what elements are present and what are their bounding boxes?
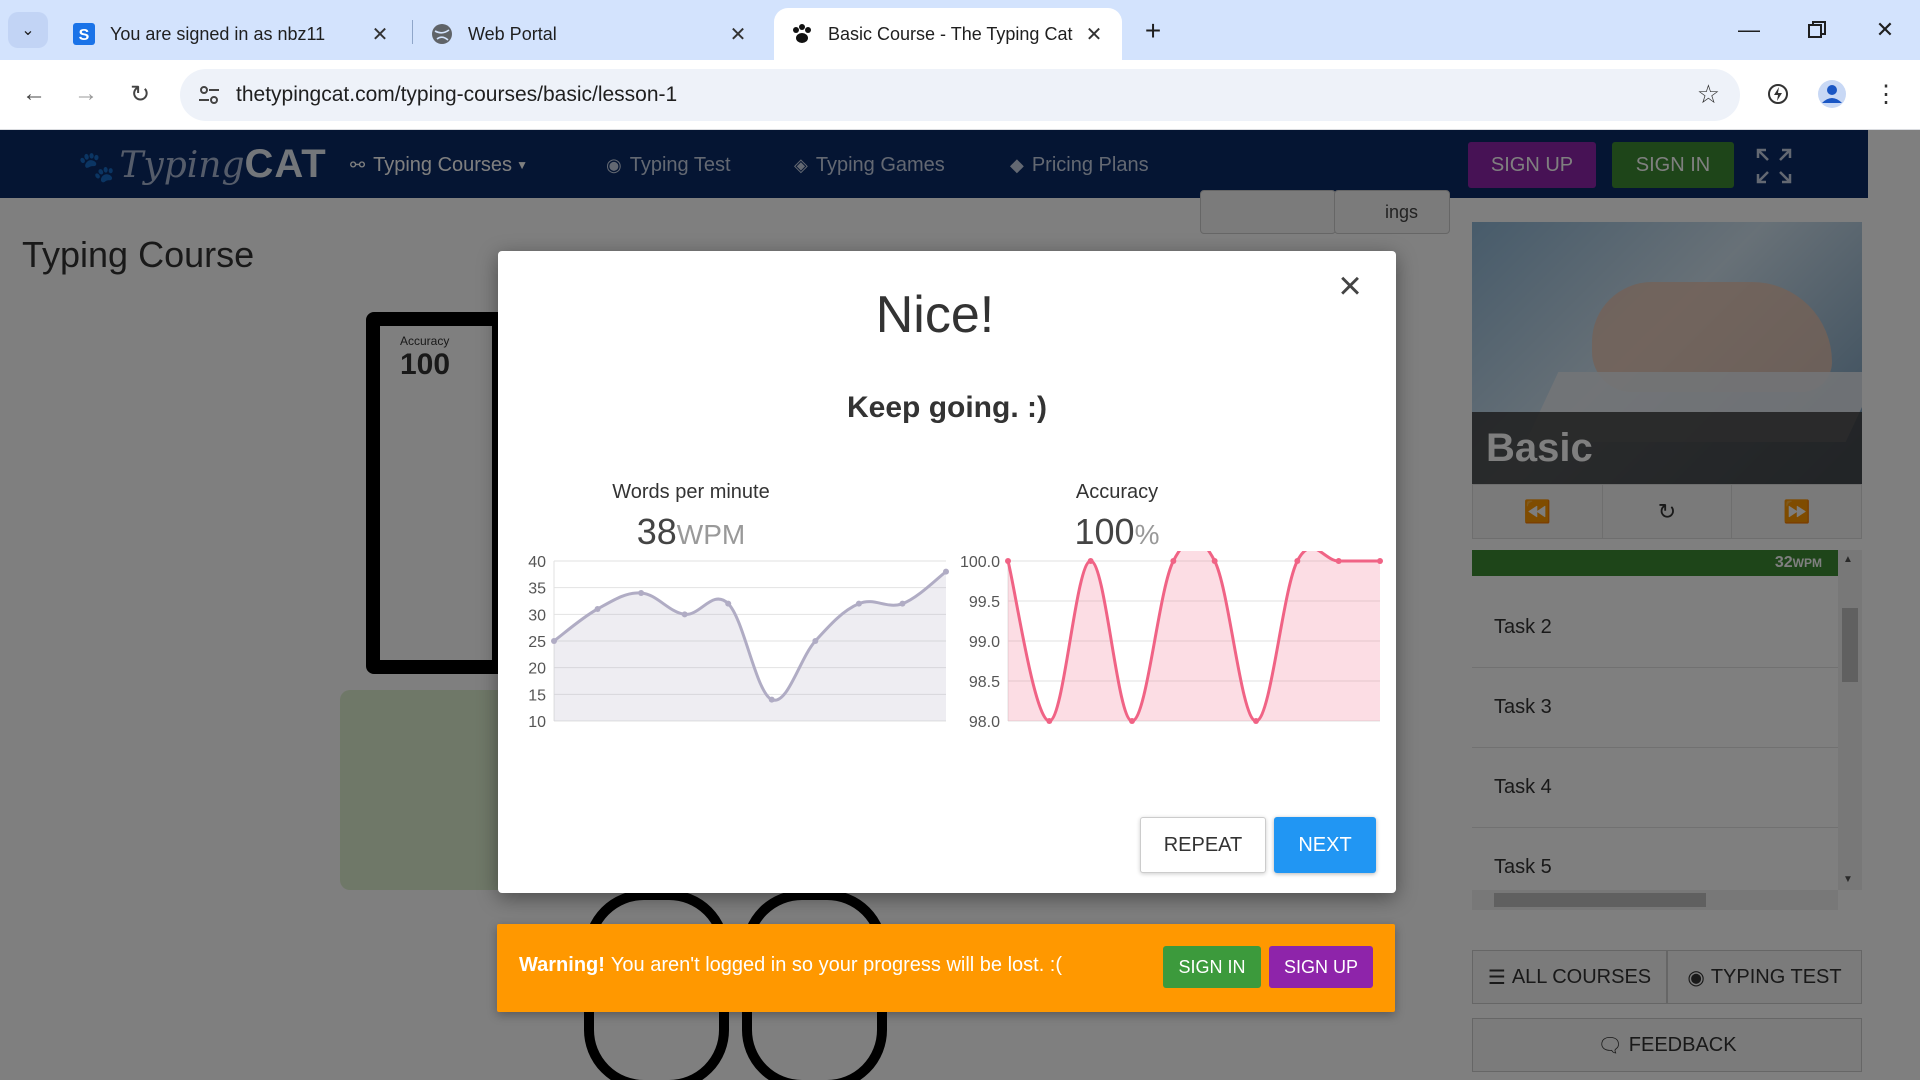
site-info-icon[interactable] xyxy=(194,80,224,110)
forward-arrow-icon[interactable]: → xyxy=(66,74,106,114)
results-modal: × Nice! Keep going. :) Words per minute … xyxy=(498,251,1396,893)
tab-close-icon[interactable]: ✕ xyxy=(1082,22,1106,46)
y-tick-label: 15 xyxy=(528,687,546,704)
restore-icon[interactable] xyxy=(1794,10,1840,50)
data-point xyxy=(1253,718,1259,724)
tab-web-portal[interactable]: Web Portal ✕ xyxy=(414,8,766,60)
accuracy-unit: % xyxy=(1134,519,1160,550)
wpm-chart: 10 15 20 25 30 35 40 xyxy=(528,554,949,731)
profile-avatar-icon[interactable] xyxy=(1812,74,1852,114)
bookmark-star-icon[interactable]: ☆ xyxy=(1697,79,1720,110)
y-tick-label: 40 xyxy=(528,554,546,571)
warning-text: You aren't logged in so your progress wi… xyxy=(610,954,1063,976)
wpm-value: 38 xyxy=(636,511,677,552)
s-logo-icon: S xyxy=(72,22,96,46)
tab-title: Basic Course - The Typing Cat xyxy=(828,23,1073,44)
data-point xyxy=(725,600,732,607)
minimize-icon[interactable]: — xyxy=(1726,10,1772,50)
y-tick-label: 30 xyxy=(528,607,546,624)
y-tick-label: 100.0 xyxy=(960,554,1000,571)
data-point xyxy=(551,638,557,644)
y-tick-label: 20 xyxy=(528,661,546,678)
modal-headline: Nice! xyxy=(875,286,995,344)
y-tick-label: 99.0 xyxy=(969,634,1000,651)
tab-basic-course[interactable]: Basic Course - The Typing Cat ✕ xyxy=(774,8,1122,60)
url-text: thetypingcat.com/typing-courses/basic/le… xyxy=(236,83,678,106)
address-bar[interactable]: thetypingcat.com/typing-courses/basic/le… xyxy=(180,69,1740,121)
extension-icon[interactable] xyxy=(1758,74,1798,114)
y-tick-label: 98.5 xyxy=(969,674,1000,691)
browser-toolbar: ← → ↻ thetypingcat.com/typing-courses/ba… xyxy=(0,60,1920,130)
back-arrow-icon[interactable]: ← xyxy=(14,74,54,114)
data-point xyxy=(1335,558,1342,564)
tab-title: Web Portal xyxy=(468,23,557,44)
browser-tab-bar: ⌄ S You are signed in as nbz11 ✕ Web Por… xyxy=(0,0,1920,60)
data-point xyxy=(594,606,601,612)
tab-close-icon[interactable]: ✕ xyxy=(726,22,750,46)
y-tick-label: 98.0 xyxy=(969,714,1000,731)
data-point xyxy=(899,600,906,607)
chevron-down-icon: ⌄ xyxy=(21,22,35,39)
tab-separator xyxy=(412,20,413,44)
close-window-icon[interactable]: ✕ xyxy=(1862,10,1908,50)
accuracy-chart: 98.0 98.5 99.0 99.5 100.0 xyxy=(960,551,1383,731)
tab-close-icon[interactable]: ✕ xyxy=(368,22,392,46)
series-area xyxy=(554,571,946,721)
data-point xyxy=(768,696,775,703)
y-tick-label: 99.5 xyxy=(969,594,1000,611)
y-tick-label: 35 xyxy=(528,581,546,598)
data-point xyxy=(1170,558,1177,564)
data-point xyxy=(812,638,819,644)
warning-signin-button[interactable]: SIGN IN xyxy=(1163,946,1261,988)
repeat-button[interactable]: REPEAT xyxy=(1140,817,1266,873)
warning-strong: Warning! xyxy=(519,954,605,976)
data-point xyxy=(1377,558,1383,564)
data-point xyxy=(1211,558,1218,564)
data-point xyxy=(1087,558,1094,564)
next-button[interactable]: NEXT xyxy=(1274,817,1376,873)
data-point xyxy=(681,611,688,618)
series-area xyxy=(1008,551,1380,721)
modal-subline: Keep going. :) xyxy=(847,391,1047,424)
tab-title: You are signed in as nbz11 xyxy=(110,23,326,44)
data-point xyxy=(638,590,645,596)
warning-signup-button[interactable]: SIGN UP xyxy=(1269,946,1373,988)
login-warning-banner: Warning! You aren't logged in so your pro… xyxy=(497,924,1395,1012)
data-point xyxy=(1005,558,1011,564)
globe-icon xyxy=(430,22,454,46)
y-tick-label: 25 xyxy=(528,634,546,651)
svg-text:S: S xyxy=(79,27,90,44)
accuracy-value: 100 xyxy=(1074,511,1135,552)
accuracy-stat: 100% xyxy=(964,511,1270,553)
data-point xyxy=(1129,718,1135,724)
wpm-unit: WPM xyxy=(676,519,746,550)
warning-message: Warning! You aren't logged in so your pro… xyxy=(519,954,1062,977)
data-point xyxy=(1294,558,1301,564)
y-tick-label: 10 xyxy=(528,714,546,731)
new-tab-plus-icon[interactable]: + xyxy=(1136,14,1170,48)
paw-icon xyxy=(790,22,814,46)
accuracy-label: Accuracy xyxy=(1075,481,1159,503)
tab-signed-in[interactable]: S You are signed in as nbz11 ✕ xyxy=(56,8,408,60)
reload-icon[interactable]: ↻ xyxy=(120,74,160,114)
menu-kebab-icon[interactable]: ⋮ xyxy=(1866,74,1906,114)
wpm-stat: 38WPM xyxy=(538,511,844,553)
data-point xyxy=(1046,718,1053,724)
tab-search-button[interactable]: ⌄ xyxy=(8,12,48,48)
data-point xyxy=(855,600,862,607)
wpm-label: Words per minute xyxy=(612,481,770,503)
